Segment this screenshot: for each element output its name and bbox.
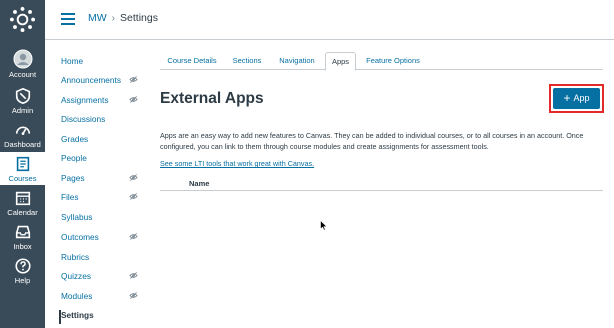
hidden-eye-icon xyxy=(129,174,138,181)
add-app-button-label: App xyxy=(573,93,590,103)
course-nav-settings[interactable]: Settings xyxy=(59,310,139,324)
hidden-eye-icon xyxy=(129,193,138,200)
course-nav-label: Pages xyxy=(61,173,85,183)
tab-label: Apps xyxy=(331,57,350,66)
apps-description: Apps are an easy way to add new features… xyxy=(160,131,584,151)
course-nav-home[interactable]: Home xyxy=(61,56,141,70)
table-header-divider xyxy=(160,190,603,191)
global-nav-admin-label: Admin xyxy=(11,106,34,115)
course-nav-assignments[interactable]: Assignments xyxy=(61,95,141,109)
global-nav-admin[interactable]: Admin xyxy=(0,86,45,116)
course-nav-quizzes[interactable]: Quizzes xyxy=(61,271,141,285)
course-menu-toggle-button[interactable] xyxy=(61,13,75,25)
course-nav-label: Syllabus xyxy=(61,212,93,222)
global-nav-help[interactable]: Help xyxy=(0,256,45,286)
inbox-icon xyxy=(15,225,30,239)
account-icon xyxy=(13,49,32,69)
course-nav-rubrics[interactable]: Rubrics xyxy=(61,252,141,266)
global-nav-inbox-label: Inbox xyxy=(13,242,32,251)
course-nav-label: Quizzes xyxy=(61,271,91,281)
courses-book-icon xyxy=(16,156,29,172)
tab-label: Feature Options xyxy=(366,56,420,65)
course-nav-people[interactable]: People xyxy=(61,153,141,167)
calendar-icon xyxy=(15,191,30,206)
course-nav-label: Files xyxy=(61,192,79,202)
global-nav-account-label: Account xyxy=(8,70,37,79)
tab-apps[interactable]: Apps xyxy=(325,52,356,71)
course-nav-label: People xyxy=(61,153,87,163)
breadcrumb: MW › Settings xyxy=(88,12,158,24)
hidden-eye-icon xyxy=(129,76,138,83)
tab-label: Course Details xyxy=(167,56,217,65)
breadcrumb-current: Settings xyxy=(120,12,158,24)
course-nav-grades[interactable]: Grades xyxy=(61,134,141,148)
tab-label: Navigation xyxy=(279,56,315,65)
tab-feature-options[interactable]: Feature Options xyxy=(360,52,426,70)
hidden-eye-icon xyxy=(129,292,138,299)
table-header-name[interactable]: Name xyxy=(189,179,209,188)
global-nav-help-label: Help xyxy=(14,276,31,285)
breadcrumb-course-link[interactable]: MW xyxy=(88,12,107,24)
tab-navigation[interactable]: Navigation xyxy=(272,52,322,70)
course-nav-label: Assignments xyxy=(61,95,109,105)
tab-course-details[interactable]: Course Details xyxy=(162,52,222,70)
global-nav-courses[interactable]: Courses xyxy=(0,152,45,185)
tab-label: Sections xyxy=(232,56,262,65)
header-divider xyxy=(45,39,614,40)
page-title: External Apps xyxy=(160,90,264,107)
plus-icon: + xyxy=(563,91,571,105)
course-nav-label: Settings xyxy=(61,310,94,320)
breadcrumb-separator: › xyxy=(111,13,116,24)
admin-shield-icon xyxy=(15,87,30,105)
course-nav-files[interactable]: Files xyxy=(61,192,141,206)
course-nav-discussions[interactable]: Discussions xyxy=(61,114,141,128)
tab-sections[interactable]: Sections xyxy=(227,52,267,70)
hidden-eye-icon xyxy=(129,96,138,103)
course-nav-label: Modules xyxy=(61,291,93,301)
help-icon xyxy=(14,258,31,274)
lti-tools-link[interactable]: See some LTI tools that work great with … xyxy=(160,159,314,168)
global-nav: Account Admin Dashboard Courses Calendar xyxy=(0,0,45,328)
global-nav-courses-label: Courses xyxy=(8,174,37,183)
course-nav-label: Discussions xyxy=(61,114,106,124)
add-app-button[interactable]: + App xyxy=(553,88,600,109)
global-nav-calendar-label: Calendar xyxy=(7,208,38,217)
course-nav-pages[interactable]: Pages xyxy=(61,173,141,187)
course-nav-outcomes[interactable]: Outcomes xyxy=(61,232,141,246)
global-nav-dashboard[interactable]: Dashboard xyxy=(0,120,45,150)
course-nav-label: Home xyxy=(61,56,84,66)
global-nav-inbox[interactable]: Inbox xyxy=(0,222,45,252)
course-nav-label: Rubrics xyxy=(61,252,90,262)
course-nav-modules[interactable]: Modules xyxy=(61,291,141,305)
mouse-cursor-icon xyxy=(320,220,328,231)
course-nav-label: Announcements xyxy=(61,75,121,85)
settings-tabs: Course Details Sections Navigation Apps … xyxy=(160,52,603,71)
course-nav-label: Grades xyxy=(61,134,89,144)
hidden-eye-icon xyxy=(129,272,138,279)
course-nav-syllabus[interactable]: Syllabus xyxy=(61,212,141,226)
course-nav-label: Outcomes xyxy=(61,232,99,242)
hidden-eye-icon xyxy=(129,233,138,240)
global-nav-calendar[interactable]: Calendar xyxy=(0,188,45,218)
global-nav-account[interactable]: Account xyxy=(0,47,45,81)
global-nav-dashboard-label: Dashboard xyxy=(4,140,41,149)
dashboard-icon xyxy=(15,126,30,135)
course-nav-announcements[interactable]: Announcements xyxy=(61,75,141,89)
canvas-logo-icon[interactable] xyxy=(9,6,36,33)
